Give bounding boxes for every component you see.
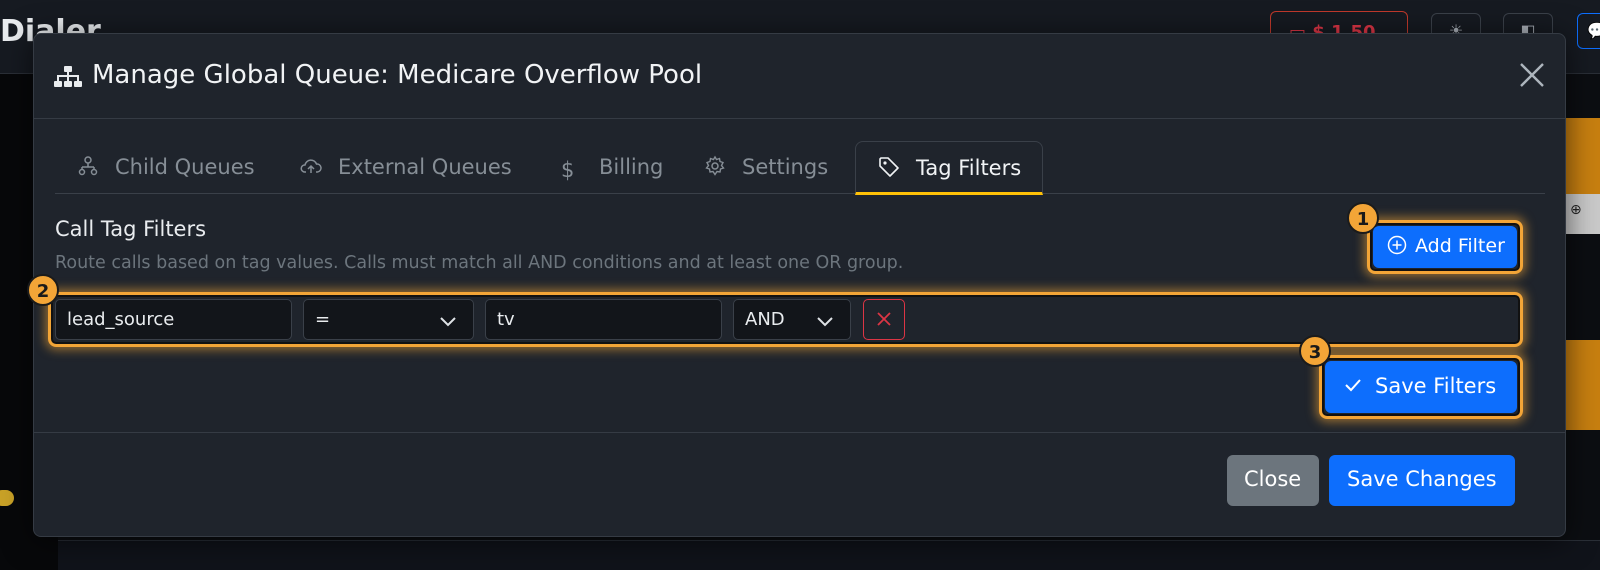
- manage-global-queue-modal: Manage Global Queue: Medicare Overflow P…: [27, 33, 1566, 538]
- tab-label: Child Queues: [115, 155, 255, 179]
- save-filters-button[interactable]: Save Filters: [1325, 361, 1517, 413]
- save-changes-button[interactable]: Save Changes: [1329, 455, 1515, 506]
- gear-icon: [705, 155, 725, 176]
- tag-icon: [879, 157, 899, 177]
- chat-icon: 💬: [1587, 21, 1600, 40]
- background-card: [1566, 118, 1600, 194]
- tag-value-input[interactable]: tv: [485, 299, 722, 340]
- tab-label: Tag Filters: [916, 156, 1022, 180]
- section-description: Route calls based on tag values. Calls m…: [55, 253, 904, 273]
- chat-button[interactable]: 💬: [1577, 13, 1600, 49]
- add-filter-label: Add Filter: [1415, 235, 1505, 257]
- plus-circle-icon: ⊕: [1570, 202, 1582, 218]
- close-icon: [877, 312, 891, 326]
- check-icon: [1345, 379, 1361, 392]
- cloud-upload-icon: [300, 159, 322, 173]
- tab-label: Billing: [599, 155, 664, 179]
- dollar-icon: $: [561, 158, 575, 182]
- modal-title: Manage Global Queue: Medicare Overflow P…: [92, 60, 703, 90]
- tag-value: tv: [497, 309, 515, 330]
- sitemap-icon: [54, 66, 82, 87]
- close-icon[interactable]: [1517, 60, 1547, 90]
- tab-label: Settings: [742, 155, 829, 179]
- operator-select[interactable]: =: [303, 299, 474, 340]
- operator-value: =: [315, 309, 331, 330]
- tag-name-value: lead_source: [67, 309, 175, 330]
- background-card: [1566, 340, 1600, 430]
- plus-circle-icon: [1387, 235, 1407, 255]
- close-button[interactable]: Close: [1227, 455, 1319, 506]
- logic-select[interactable]: AND: [733, 299, 851, 340]
- add-filter-button[interactable]: Add Filter: [1373, 226, 1517, 268]
- tag-name-input[interactable]: lead_source: [55, 299, 292, 340]
- sitemap-icon: [78, 156, 98, 176]
- modal-header: Manage Global Queue: Medicare Overflow P…: [34, 34, 1565, 119]
- section-title: Call Tag Filters: [55, 217, 207, 241]
- tab-label: External Queues: [338, 155, 512, 179]
- tab-billing[interactable]: $ Billing: [539, 141, 685, 195]
- tab-tag-filters[interactable]: Tag Filters: [855, 141, 1043, 195]
- logic-value: AND: [745, 309, 785, 330]
- modal-footer: Close Save Changes: [34, 432, 1565, 538]
- tab-settings[interactable]: Settings: [682, 141, 850, 195]
- chevron-down-icon: [817, 317, 833, 327]
- background-panel: [58, 540, 1600, 570]
- tab-external-queues[interactable]: External Queues: [278, 141, 534, 195]
- remove-filter-button[interactable]: [863, 299, 905, 340]
- tab-child-queues[interactable]: Child Queues: [55, 141, 277, 195]
- chevron-down-icon: [440, 317, 456, 327]
- modal-tabs: Child Queues External Queues $ Billing Se…: [55, 141, 1545, 195]
- save-filters-label: Save Filters: [1375, 374, 1497, 398]
- highlight-badge-2: 2: [27, 274, 59, 306]
- background-card: ⊕: [1566, 194, 1600, 234]
